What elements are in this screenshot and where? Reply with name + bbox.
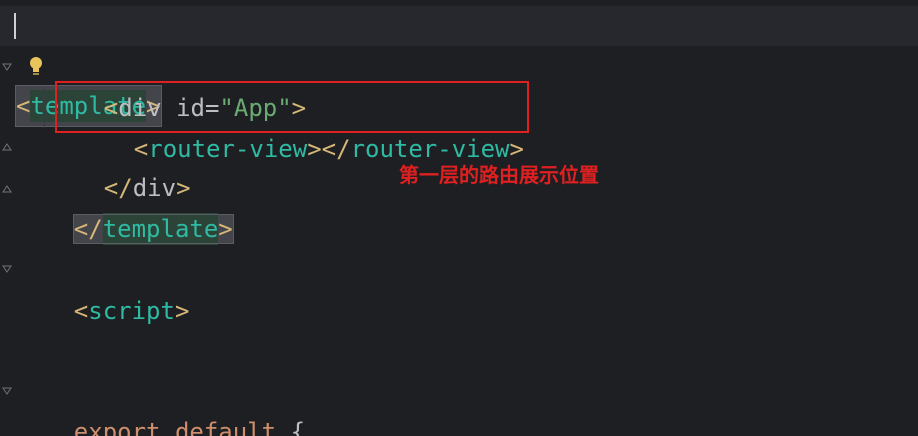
code-line-4[interactable]: </div>	[46, 128, 191, 202]
tag-bracket: </	[73, 215, 103, 243]
fold-marker-icon[interactable]	[2, 184, 12, 194]
tag-bracket: <	[16, 92, 31, 120]
annotation-label: 第一层的路由展示位置	[399, 163, 599, 187]
tag-bracket: </	[321, 135, 351, 163]
code-line-1[interactable]: <template>	[0, 6, 918, 127]
fold-marker-icon[interactable]	[2, 264, 12, 274]
tag-bracket: >	[218, 215, 233, 243]
tag-bracket: >	[174, 297, 190, 325]
keyword: export	[73, 418, 161, 436]
code-line-6[interactable]: <script>	[16, 251, 190, 325]
tag-name: template	[102, 213, 219, 245]
template-close-tag: </template>	[72, 213, 234, 245]
tag-bracket: >	[307, 135, 322, 163]
tag-name: script	[88, 297, 175, 325]
text-caret	[14, 13, 16, 39]
indent-guide	[44, 88, 45, 128]
fold-marker-icon[interactable]	[2, 386, 12, 396]
annotation-highlight-box	[55, 81, 529, 133]
brace: {	[290, 418, 306, 436]
code-line-5[interactable]: </template>	[16, 169, 234, 245]
lightbulb-icon[interactable]	[28, 56, 44, 78]
keyword: default	[174, 418, 277, 436]
code-line-7[interactable]: export default {	[16, 372, 305, 436]
tag-bracket: <	[73, 297, 89, 325]
code-editor[interactable]: <template> <div id="App"> <router-view><…	[0, 0, 918, 436]
